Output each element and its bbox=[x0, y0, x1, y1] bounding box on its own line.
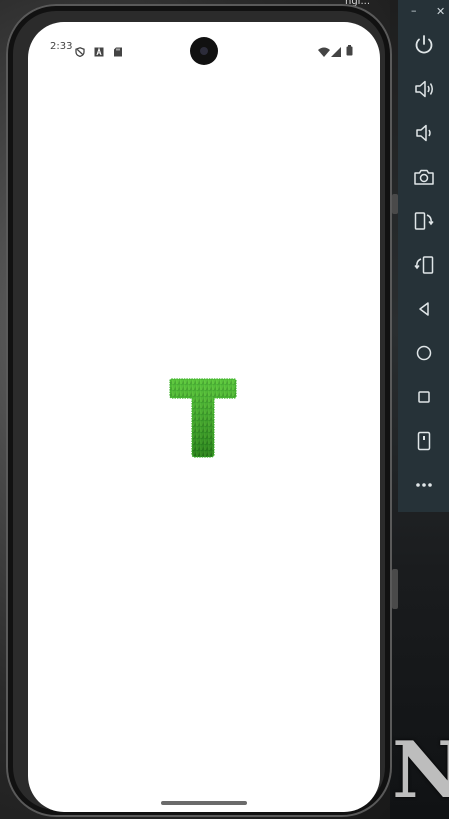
status-time: 2:33 bbox=[50, 41, 73, 52]
home-icon bbox=[416, 345, 432, 361]
sd-card-icon bbox=[113, 42, 123, 61]
rotate-right-icon bbox=[414, 256, 434, 274]
more-icon bbox=[416, 483, 432, 487]
fold-button[interactable] bbox=[411, 428, 437, 454]
wifi-icon bbox=[318, 42, 330, 61]
toolbar-window-controls: – ✕ bbox=[398, 4, 449, 20]
camera-icon bbox=[414, 169, 434, 185]
volume-down-button[interactable] bbox=[411, 120, 437, 146]
minimize-button[interactable]: – bbox=[411, 4, 417, 17]
close-button[interactable]: ✕ bbox=[436, 5, 445, 18]
overview-icon bbox=[418, 391, 430, 403]
grass-letter-t-image bbox=[169, 378, 237, 458]
fold-icon bbox=[417, 431, 431, 451]
home-button[interactable] bbox=[411, 340, 437, 366]
rotate-left-button[interactable] bbox=[411, 208, 437, 234]
shield-icon bbox=[75, 42, 85, 61]
cell-signal-icon bbox=[331, 42, 341, 61]
a-box-icon bbox=[94, 42, 104, 61]
phone-side-button-lower bbox=[392, 569, 398, 609]
front-camera bbox=[190, 37, 218, 65]
back-icon bbox=[419, 302, 429, 316]
back-button[interactable] bbox=[411, 296, 437, 322]
overview-button[interactable] bbox=[411, 384, 437, 410]
more-button[interactable] bbox=[411, 472, 437, 498]
emulator-toolbar: – ✕ bbox=[398, 0, 449, 512]
rotate-left-icon bbox=[414, 212, 434, 230]
power-icon bbox=[415, 35, 433, 54]
phone-screen[interactable]: 2:33 bbox=[28, 22, 380, 812]
screenshot-button[interactable] bbox=[411, 164, 437, 190]
volume-up-icon bbox=[415, 80, 433, 98]
battery-icon bbox=[346, 41, 353, 60]
rotate-right-button[interactable] bbox=[411, 252, 437, 278]
power-button[interactable] bbox=[411, 32, 437, 58]
desktop-background-art-text: NIT bbox=[392, 725, 449, 816]
phone-frame: 2:33 bbox=[6, 4, 398, 817]
volume-up-button[interactable] bbox=[411, 76, 437, 102]
volume-down-icon bbox=[416, 124, 431, 142]
gesture-navigation-bar[interactable] bbox=[161, 801, 247, 805]
